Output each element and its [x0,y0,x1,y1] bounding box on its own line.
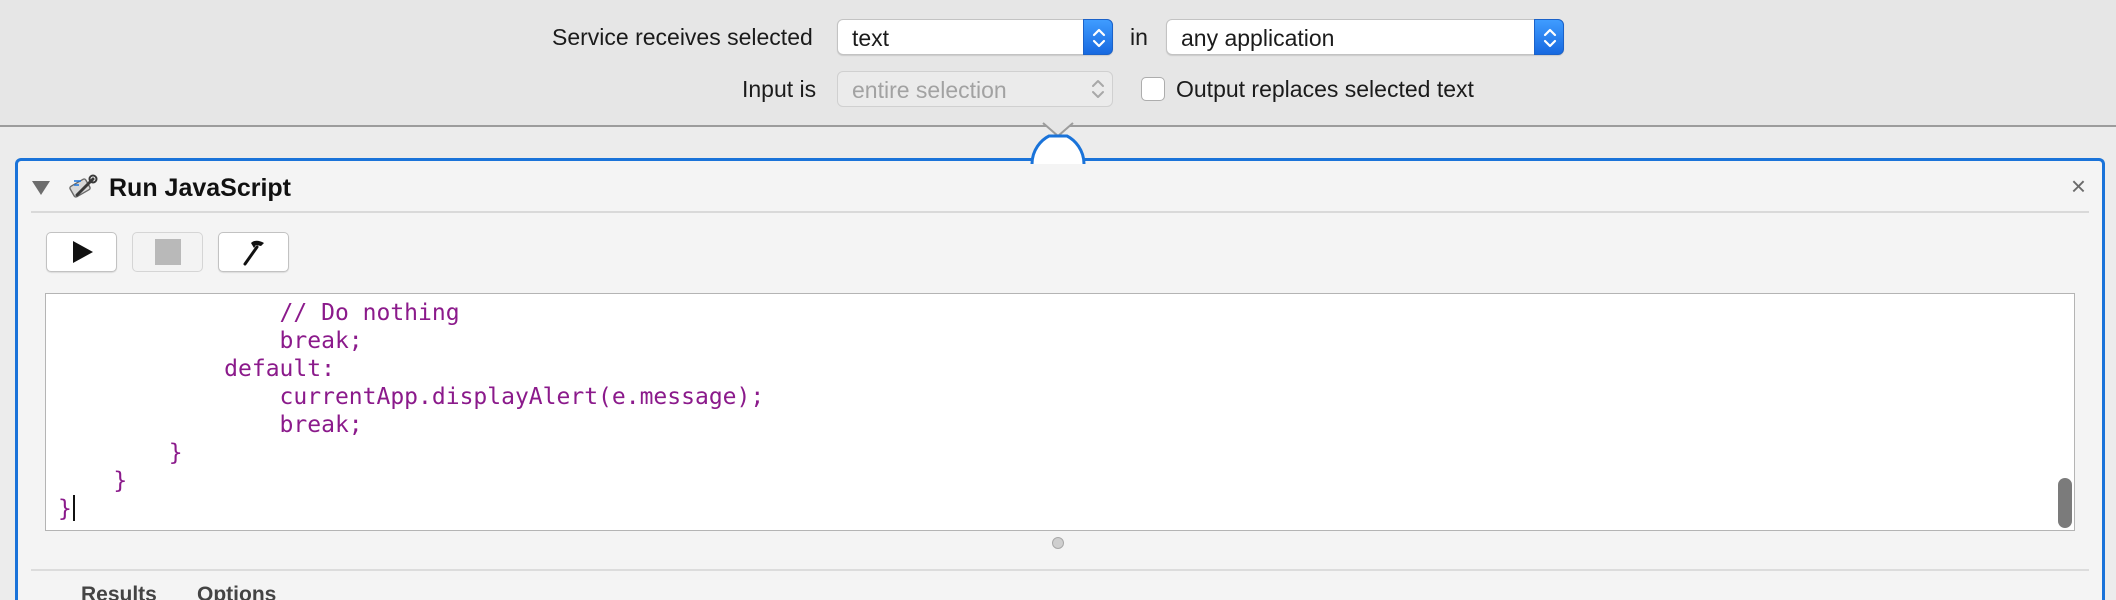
action-header: Run JavaScript × [18,161,2102,211]
code-text[interactable]: // Do nothing break; default: currentApp… [58,299,764,523]
compile-button[interactable] [218,232,289,272]
hammer-icon [243,240,264,266]
code-editor[interactable]: // Do nothing break; default: currentApp… [45,293,2075,531]
output-replaces-checkbox[interactable] [1141,77,1165,101]
code-line: } [58,440,183,466]
input-is-label: Input is [742,76,817,102]
output-replaces-label[interactable]: Output replaces selected text [1176,74,1474,104]
play-icon [72,241,93,263]
stop-icon [154,239,181,265]
input-type-value: text [852,25,890,51]
service-config-bar: Service receives selected text in any ap… [0,0,2116,127]
code-line: currentApp.displayAlert(e.message); [58,384,765,410]
run-button[interactable] [46,232,117,272]
code-line: } [58,468,128,494]
code-line: break; [58,412,363,438]
resize-handle[interactable] [1052,537,1064,549]
code-line: break; [58,328,363,354]
tab-results[interactable]: Results [81,581,157,600]
tab-options[interactable]: Options [197,581,276,600]
text-caret [72,495,75,521]
script-wrench-icon [68,173,98,203]
stop-button[interactable] [132,232,203,272]
editor-scrollbar[interactable] [2058,478,2072,528]
action-title: Run JavaScript [109,174,292,202]
code-line: // Do nothing [58,300,460,326]
application-value: any application [1181,25,1335,51]
popup-stepper-icon [1083,71,1113,107]
in-label: in [1130,24,1148,50]
service-receives-label: Service receives selected [552,24,813,50]
footer-divider [31,569,2089,571]
run-javascript-action: Run JavaScript × // Do nothing break; de… [15,158,2105,600]
action-connector-notch [1030,122,1086,165]
input-is-value: entire selection [852,77,1007,103]
disclosure-triangle-icon[interactable] [32,181,50,195]
code-line: } [58,495,764,523]
input-is-popup[interactable]: entire selection [837,71,1113,107]
automator-window: Service receives selected text in any ap… [0,0,2116,600]
popup-stepper-icon [1534,19,1564,55]
popup-stepper-icon [1083,19,1113,55]
application-popup[interactable]: any application [1166,19,1564,55]
code-line: default: [58,356,335,382]
input-type-popup[interactable]: text [837,19,1113,55]
close-action-icon[interactable]: × [2071,171,2086,201]
header-divider [31,211,2089,213]
